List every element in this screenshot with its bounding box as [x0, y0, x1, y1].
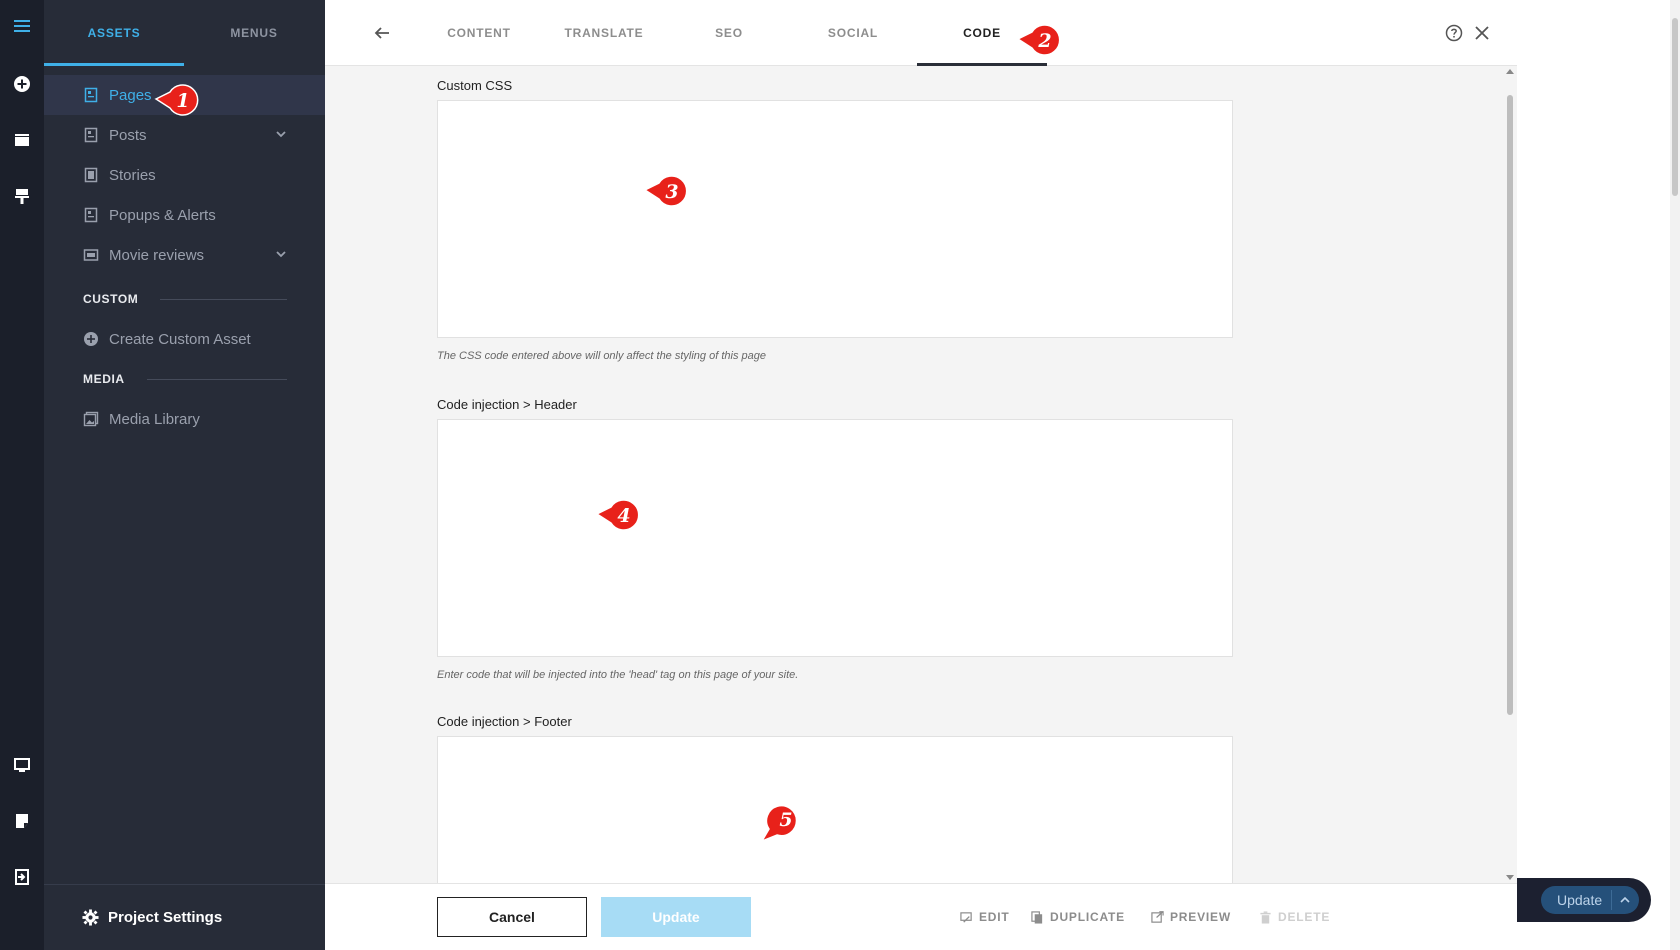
- sidebar-item-media-library[interactable]: Media Library: [44, 399, 325, 439]
- footer-injection-label: Code injection > Footer: [437, 714, 572, 729]
- sidebar-item-stories[interactable]: Stories: [44, 155, 325, 195]
- duplicate-action[interactable]: DUPLICATE: [1031, 908, 1125, 926]
- custom-css-input[interactable]: [437, 100, 1233, 338]
- editor-topbar: CONTENT TRANSLATE SEO SOCIAL CODE: [325, 0, 1517, 66]
- add-circle-icon[interactable]: [0, 64, 44, 104]
- trash-icon: [1260, 910, 1271, 924]
- tab-translate[interactable]: TRANSLATE: [539, 0, 669, 66]
- annotation-marker-1: 1: [154, 82, 200, 124]
- button-divider: [1611, 890, 1612, 910]
- section-divider: [146, 378, 287, 380]
- custom-css-hint: The CSS code entered above will only aff…: [437, 350, 766, 362]
- tab-assets[interactable]: ASSETS: [44, 0, 184, 66]
- page-icon: [83, 207, 99, 223]
- sidebar-item-label: Stories: [109, 166, 156, 184]
- project-settings-label: Project Settings: [108, 909, 223, 926]
- hamburger-menu-icon[interactable]: [0, 6, 44, 46]
- scroll-up-arrow[interactable]: [1506, 69, 1514, 74]
- background-update-bar: Update: [1517, 878, 1651, 922]
- desktop-icon[interactable]: [0, 745, 44, 785]
- note-icon[interactable]: [0, 801, 44, 841]
- sidebar-item-label: Popups & Alerts: [109, 206, 216, 224]
- section-custom: CUSTOM: [83, 289, 287, 309]
- sidebar-item-label: Media Library: [109, 410, 200, 428]
- code-settings-form: Custom CSS The CSS code entered above wi…: [325, 67, 1517, 883]
- background-update-label: Update: [1557, 892, 1603, 908]
- editor-bottombar: Cancel Update EDIT DUPLICATE PREVIEW DEL…: [325, 883, 1517, 950]
- background-page: [1517, 0, 1680, 950]
- update-button[interactable]: Update: [601, 897, 751, 937]
- sidebar-item-label: Movie reviews: [109, 246, 205, 264]
- tab-social[interactable]: SOCIAL: [788, 0, 918, 66]
- page-icon: [83, 87, 99, 103]
- sidebar-item-label: Pages: [109, 86, 152, 104]
- marker-number: 3: [665, 181, 679, 203]
- editor-panel: CONTENT TRANSLATE SEO SOCIAL CODE Custom…: [325, 0, 1517, 950]
- help-icon[interactable]: [1443, 22, 1465, 44]
- sidebar-item-label: Create Custom Asset: [109, 330, 251, 348]
- header-injection-hint: Enter code that will be injected into th…: [437, 669, 799, 681]
- gear-icon: [82, 909, 99, 926]
- duplicate-label: DUPLICATE: [1050, 910, 1125, 924]
- header-injection-input[interactable]: [437, 419, 1233, 657]
- background-scrollbar[interactable]: [1670, 0, 1680, 950]
- marker-number: 4: [617, 505, 631, 527]
- folder-icon[interactable]: [0, 120, 44, 160]
- exit-icon[interactable]: [0, 857, 44, 897]
- section-label: MEDIA: [83, 372, 125, 386]
- header-injection-label: Code injection > Header: [437, 397, 577, 412]
- assets-sidebar: ASSETS MENUS Pages Posts Stories Popups …: [44, 0, 325, 950]
- icon-rail: [0, 0, 44, 950]
- background-update-button[interactable]: Update: [1541, 886, 1639, 914]
- project-settings-button[interactable]: Project Settings: [44, 884, 325, 950]
- edit-icon: [960, 911, 972, 923]
- sidebar-tabs: ASSETS MENUS: [44, 0, 325, 66]
- sidebar-item-movie-reviews[interactable]: Movie reviews: [44, 235, 325, 275]
- annotation-marker-2: 2: [1016, 22, 1062, 64]
- sidebar-item-label: Posts: [109, 126, 147, 144]
- chevron-down-icon[interactable]: [275, 128, 287, 140]
- back-arrow-icon[interactable]: [369, 20, 395, 46]
- edit-label: EDIT: [979, 910, 1010, 924]
- annotation-marker-5: 5: [757, 801, 803, 843]
- sidebar-item-popups-alerts[interactable]: Popups & Alerts: [44, 195, 325, 235]
- tab-seo[interactable]: SEO: [664, 0, 794, 66]
- create-custom-asset-button[interactable]: Create Custom Asset: [44, 319, 325, 359]
- scroll-down-arrow[interactable]: [1506, 875, 1514, 880]
- editor-scrollbar[interactable]: [1503, 67, 1517, 883]
- brush-icon[interactable]: [0, 176, 44, 216]
- app-window: ASSETS MENUS Pages Posts Stories Popups …: [0, 0, 1680, 950]
- chevron-down-icon[interactable]: [275, 248, 287, 260]
- cancel-button[interactable]: Cancel: [437, 897, 587, 937]
- edit-action[interactable]: EDIT: [960, 908, 1010, 926]
- section-label: CUSTOM: [83, 292, 139, 306]
- duplicate-icon: [1031, 910, 1043, 924]
- delete-label: DELETE: [1278, 910, 1331, 924]
- chevron-up-icon[interactable]: [1619, 894, 1631, 906]
- marker-number: 2: [1038, 30, 1052, 52]
- scrollbar-thumb[interactable]: [1507, 95, 1513, 715]
- marker-number: 5: [779, 809, 793, 831]
- page-icon: [83, 167, 99, 183]
- annotation-marker-3: 3: [643, 173, 689, 215]
- ticket-icon: [83, 247, 99, 263]
- custom-css-label: Custom CSS: [437, 78, 513, 93]
- background-scrollbar-thumb[interactable]: [1672, 18, 1678, 196]
- tab-content[interactable]: CONTENT: [414, 0, 544, 66]
- page-icon: [83, 127, 99, 143]
- section-divider: [160, 298, 287, 300]
- section-media: MEDIA: [83, 369, 287, 389]
- annotation-marker-4: 4: [595, 497, 641, 539]
- external-link-icon: [1151, 910, 1164, 923]
- delete-action[interactable]: DELETE: [1259, 908, 1330, 926]
- footer-injection-input[interactable]: [437, 736, 1233, 883]
- close-icon[interactable]: [1471, 22, 1493, 44]
- add-circle-icon: [83, 331, 99, 347]
- marker-number: 1: [176, 90, 190, 112]
- preview-label: PREVIEW: [1170, 910, 1231, 924]
- tab-menus[interactable]: MENUS: [184, 0, 324, 66]
- preview-action[interactable]: PREVIEW: [1151, 908, 1231, 926]
- image-icon: [83, 411, 99, 427]
